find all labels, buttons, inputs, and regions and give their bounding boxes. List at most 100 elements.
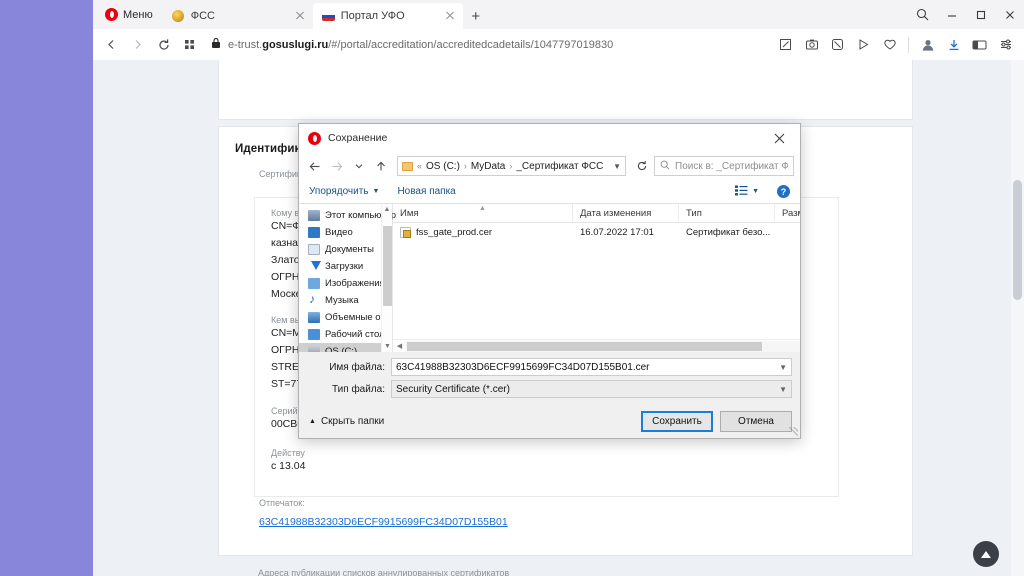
reload-icon[interactable]	[151, 32, 176, 57]
sidebar-item-label: Видео	[325, 227, 353, 238]
tab-fss[interactable]: ФСС	[162, 3, 313, 29]
address-bar[interactable]: e-trust.gosuslugi.ru/#/portal/accreditat…	[211, 33, 766, 57]
downloads-icon[interactable]	[941, 32, 966, 57]
profile-icon[interactable]	[915, 32, 940, 57]
sidebar-item-downloads[interactable]: Загрузки	[299, 258, 392, 275]
fss-favicon	[172, 10, 185, 23]
close-icon[interactable]	[758, 124, 800, 152]
help-icon[interactable]: ?	[777, 185, 790, 198]
tab-portal-ufo[interactable]: Портал УФО	[312, 3, 463, 29]
page-scrollbar[interactable]	[1011, 60, 1024, 576]
new-folder-label: Новая папка	[397, 186, 456, 197]
search-placeholder: Поиск в: _Сертификат ФСС	[675, 160, 788, 172]
heart-icon[interactable]	[877, 32, 902, 57]
search-input[interactable]: Поиск в: _Сертификат ФСС	[654, 156, 794, 176]
menu-label: Меню	[123, 8, 153, 21]
page-scrollbar-thumb[interactable]	[1013, 180, 1022, 300]
speed-dial-icon[interactable]	[177, 32, 202, 57]
chevron-down-icon[interactable]: ▼	[382, 341, 393, 352]
close-icon[interactable]	[995, 0, 1024, 29]
file-list-empty-area	[393, 242, 800, 339]
sidebar-item-pictures[interactable]: Изображения	[299, 275, 392, 292]
view-mode-button[interactable]: ▼	[735, 185, 759, 199]
sidebar-item-os-c[interactable]: OS (C:)	[299, 343, 392, 352]
block-ads-icon[interactable]	[825, 32, 850, 57]
edit-icon[interactable]	[773, 32, 798, 57]
sidebar-scrollbar[interactable]: ▲ ▼	[381, 204, 392, 352]
forward-icon[interactable]	[125, 32, 150, 57]
up-one-level-icon[interactable]	[371, 156, 391, 176]
search-icon[interactable]	[908, 0, 937, 29]
minimize-icon[interactable]	[937, 0, 966, 29]
sidebar-scrollbar-thumb[interactable]	[383, 226, 392, 306]
column-header-name[interactable]: Имя ▲	[393, 204, 573, 223]
organize-button[interactable]: Упорядочить ▼	[309, 186, 379, 197]
sidebar-item-videos[interactable]: Видео	[299, 224, 392, 241]
scroll-to-top-icon[interactable]	[973, 541, 999, 567]
filetype-row: Тип файла: Security Certificate (*.cer) …	[307, 380, 792, 398]
tab-close-icon[interactable]	[443, 9, 457, 23]
back-icon[interactable]	[99, 32, 124, 57]
breadcrumb-part[interactable]: MyData	[471, 161, 505, 172]
certificate-file-icon	[400, 227, 411, 238]
chevron-down-icon[interactable]: ▼	[775, 363, 787, 372]
sidebar-item-this-pc[interactable]: Этот компьютер	[299, 207, 396, 224]
column-header-size[interactable]: Размер	[775, 204, 800, 223]
snapshot-icon[interactable]	[799, 32, 824, 57]
cancel-button[interactable]: Отмена	[720, 410, 792, 432]
file-list: Имя ▲ Дата изменения Тип Размер	[393, 204, 800, 352]
breadcrumb[interactable]: « OS (C:) › MyData › _Сертификат ФСС ▼	[397, 156, 626, 176]
thumbprint-link[interactable]: 63C41988B32303D6ECF9915699FC34D07D155B01	[259, 516, 508, 528]
table-row[interactable]: fss_gate_prod.cer 16.07.2022 17:01 Серти…	[393, 223, 800, 242]
sidebar-item-label: Музыка	[325, 295, 359, 306]
breadcrumb-part[interactable]: OS (C:)	[426, 161, 460, 172]
sidebar-item-documents[interactable]: Документы	[299, 241, 392, 258]
filename-input[interactable]: 63C41988B32303D6ECF9915699FC34D07D155B01…	[391, 358, 792, 376]
maximize-icon[interactable]	[966, 0, 995, 29]
dialog-footer: ▲ Скрыть папки Сохранить Отмена	[299, 404, 800, 438]
chevron-down-icon[interactable]: ▼	[613, 162, 621, 171]
send-icon[interactable]	[851, 32, 876, 57]
breadcrumb-overflow[interactable]: «	[417, 161, 422, 171]
ru-flag-favicon	[321, 10, 335, 23]
search-icon	[660, 160, 670, 173]
chevron-up-icon: ▲	[309, 417, 316, 425]
back-icon[interactable]	[305, 156, 325, 176]
opera-menu-button[interactable]: Меню	[93, 0, 163, 29]
sidebar-icon[interactable]	[967, 32, 992, 57]
toolbar-divider	[908, 36, 909, 53]
chevron-down-icon[interactable]: ▼	[775, 385, 787, 394]
chevron-left-icon[interactable]: ◀	[393, 342, 406, 350]
new-tab-button[interactable]: +	[463, 3, 489, 29]
forward-icon[interactable]	[327, 156, 347, 176]
url-host: gosuslugi.ru	[262, 38, 329, 51]
chevron-down-icon: ▼	[372, 188, 380, 195]
file-type-cell: Сертификат безо...	[686, 227, 771, 238]
easy-setup-icon[interactable]	[993, 32, 1018, 57]
window-controls	[908, 0, 1024, 29]
tab-close-icon[interactable]	[293, 9, 307, 23]
file-list-hscrollbar[interactable]: ◀ ▶	[393, 339, 800, 352]
hscrollbar-thumb[interactable]	[407, 341, 762, 351]
pictures-icon	[308, 278, 320, 289]
breadcrumb-part[interactable]: _Сертификат ФСС	[516, 161, 603, 172]
save-dialog: Сохранение « OS (C:) › MyData › _Сертифи…	[298, 123, 801, 439]
sidebar-item-desktop[interactable]: Рабочий стол	[299, 326, 392, 343]
new-folder-button[interactable]: Новая папка	[397, 186, 455, 197]
refresh-icon[interactable]	[632, 156, 652, 176]
sidebar-item-3d-objects[interactable]: Объемные объ	[299, 309, 392, 326]
dialog-title-bar[interactable]: Сохранение	[299, 124, 800, 152]
hscrollbar-track[interactable]	[406, 340, 800, 352]
chevron-right-icon: ›	[463, 161, 467, 171]
recent-locations-icon[interactable]	[349, 156, 369, 176]
file-name: fss_gate_prod.cer	[416, 227, 493, 238]
chevron-up-icon[interactable]: ▲	[382, 204, 392, 215]
filetype-select[interactable]: Security Certificate (*.cer) ▼	[391, 380, 792, 398]
save-button[interactable]: Сохранить	[641, 410, 713, 432]
hide-folders-button[interactable]: ▲ Скрыть папки	[309, 416, 384, 427]
column-header-date[interactable]: Дата изменения	[573, 204, 679, 223]
resize-grip[interactable]	[789, 427, 798, 436]
sidebar-item-label: Изображения	[325, 278, 385, 289]
sidebar-item-music[interactable]: Музыка	[299, 292, 392, 309]
column-header-type[interactable]: Тип	[679, 204, 775, 223]
